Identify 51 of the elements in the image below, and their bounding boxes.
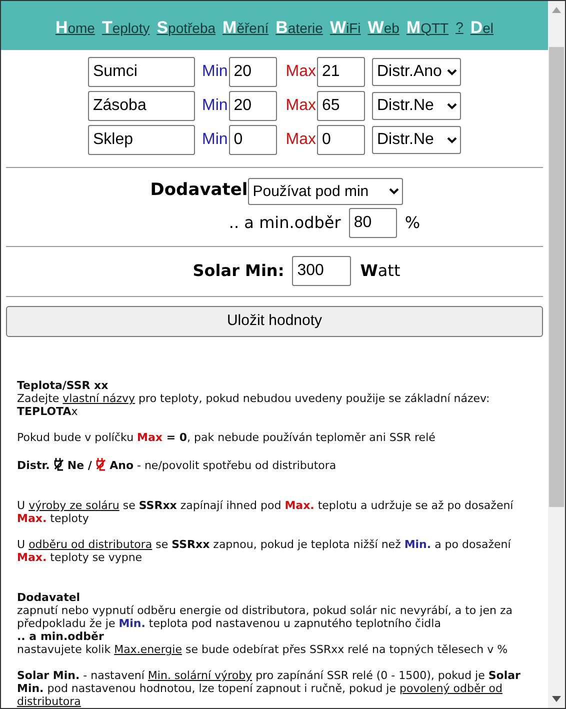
scroll-down-icon[interactable] <box>552 696 561 702</box>
min-field[interactable]: 20 <box>228 90 277 121</box>
scroll-up-icon[interactable] <box>552 7 561 13</box>
distributor-select[interactable]: Distr.Ne <box>372 126 461 154</box>
nav-link[interactable]: Home <box>55 14 95 40</box>
nav-link[interactable]: ? <box>456 16 464 38</box>
help-text: Teplota/SSR xx <box>17 379 110 392</box>
nav-link[interactable]: WiFi <box>330 14 361 40</box>
solar-min-label: Solar Min: <box>192 260 284 282</box>
scrollbar-thumb[interactable] <box>549 47 564 507</box>
nav-link[interactable]: MQTT <box>406 14 449 40</box>
help-text: Pokud bude v políčku Max = 0, pak nebude používán teploměr ani SSR relé <box>17 431 436 444</box>
help-text: Zadejte vlastní názvy pro teploty, pokud nebudou uvedeny použije se základní název: TEPLOTAx <box>17 392 491 418</box>
help-text: Distr. Ne / Ano - ne/povolit spotřebu od distributora <box>17 457 338 472</box>
sensor-name-field[interactable]: Sklep <box>88 124 195 155</box>
percent-unit: % <box>404 212 420 234</box>
sensor-name-field[interactable]: Zásoba <box>88 90 195 121</box>
max-label: Max <box>286 130 316 150</box>
nav-link[interactable]: Měření <box>222 14 269 40</box>
max-label: Max <box>286 96 316 116</box>
help-text: U výroby ze soláru se SSRxx zapínají ihned pod Max. teplotu a udržuje se až po dosažení Max. teploty <box>17 499 514 525</box>
min-consumption-label: .. a min.odběr <box>228 212 341 234</box>
min-label: Min <box>202 130 228 150</box>
save-button[interactable]: Uložit hodnoty <box>6 306 543 337</box>
max-field[interactable]: 21 <box>317 56 365 87</box>
solar-min-field[interactable]: 300 <box>292 256 352 286</box>
sensor-name-field[interactable]: Sumci <box>88 56 195 87</box>
nav-link[interactable]: Teploty <box>102 14 150 40</box>
min-label: Min <box>202 96 228 116</box>
nav-link[interactable]: Web <box>368 14 400 40</box>
min-field[interactable]: 20 <box>228 56 277 87</box>
help-text: Solar Min. - nastavení Min. solární výroby pro zapínání SSR relé (0 - 1500), pokud je Solar Min. pod nastavenou hodnotou, lze topení zapnout i ručně, pokud je povolený odběr od distributora <box>17 669 522 708</box>
max-field[interactable]: 65 <box>317 90 365 121</box>
nav-link[interactable]: Spotřeba <box>156 14 216 40</box>
supplier-mode-select[interactable]: Používat pod min <box>248 178 403 205</box>
distributor-select[interactable]: Distr.Ne <box>372 92 461 120</box>
max-label: Max <box>286 62 316 82</box>
help-text: nastavujete kolik Max.energie se bude odebírat přes SSRxx relé na topných tělesech v % <box>17 643 509 656</box>
help-text: U odběru od distributora se SSRxx zapnou, pokud je teplota nižší než Min. a po dosažení Max. teploty se vypne <box>17 538 512 564</box>
watt-unit: Watt <box>360 260 400 282</box>
nav-link[interactable]: Baterie <box>276 14 323 40</box>
min-label: Min <box>202 62 228 82</box>
help-text: zapnutí nebo vypnutí odběru energie od distributora, pokud solár nic nevyrábí, a to jen za předpokladu že je Min. teplota pod nastavenou u zapnutého teplotního čidla <box>17 604 514 630</box>
distributor-select[interactable]: Distr.Ano <box>372 58 461 86</box>
min-consumption-field[interactable]: 80 <box>348 208 397 238</box>
min-field[interactable]: 0 <box>228 124 277 155</box>
help-text: .. a min.odběr <box>17 630 105 643</box>
help-text: Dodavatel <box>17 591 82 604</box>
supplier-label: Dodavatel <box>150 179 248 202</box>
max-field[interactable]: 0 <box>317 124 365 155</box>
nav-link[interactable]: Del <box>470 14 494 40</box>
